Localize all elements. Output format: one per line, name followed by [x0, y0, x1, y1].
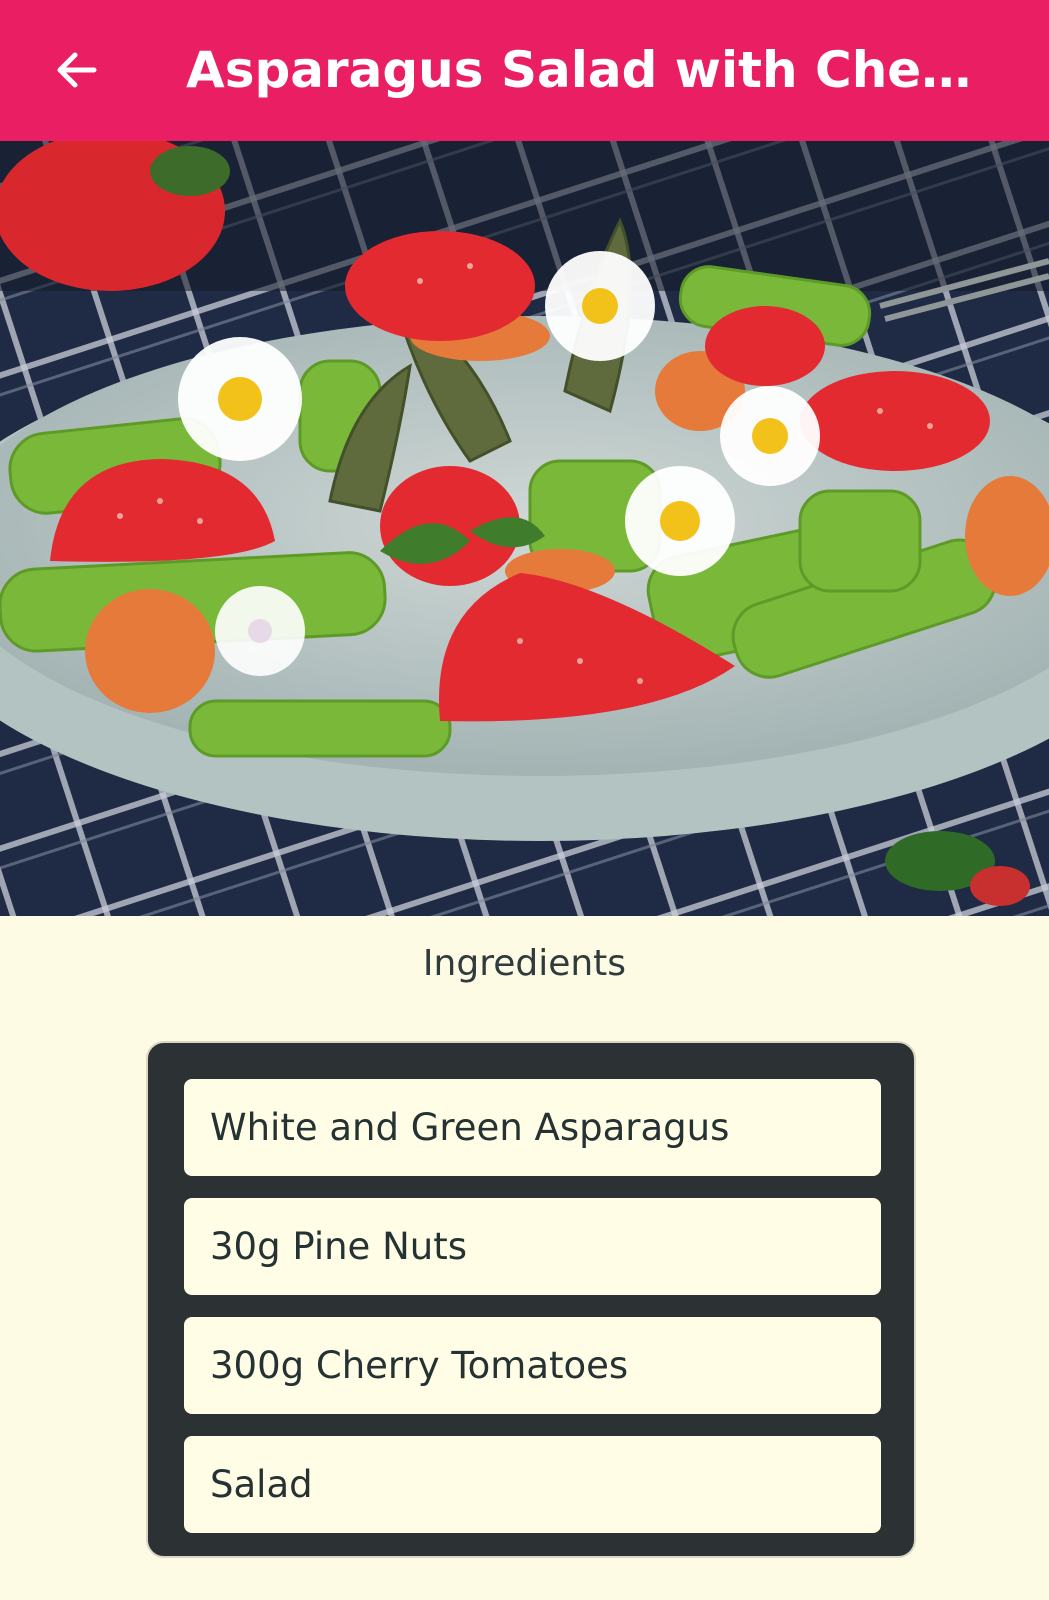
page-title: Asparagus Salad with Cherry ...	[186, 41, 986, 99]
app-bar: Asparagus Salad with Cherry ...	[0, 0, 1049, 141]
ingredient-item[interactable]: 30g Pine Nuts	[184, 1198, 881, 1295]
ingredient-item[interactable]: Salad	[184, 1436, 881, 1533]
ingredients-list: White and Green Asparagus 30g Pine Nuts …	[146, 1041, 916, 1558]
recipe-hero-image	[0, 141, 1049, 916]
back-button[interactable]	[40, 35, 110, 105]
ingredient-item[interactable]: 300g Cherry Tomatoes	[184, 1317, 881, 1414]
arrow-back-icon	[57, 52, 97, 88]
ingredients-heading: Ingredients	[422, 943, 627, 984]
ingredient-item[interactable]: White and Green Asparagus	[184, 1079, 881, 1176]
